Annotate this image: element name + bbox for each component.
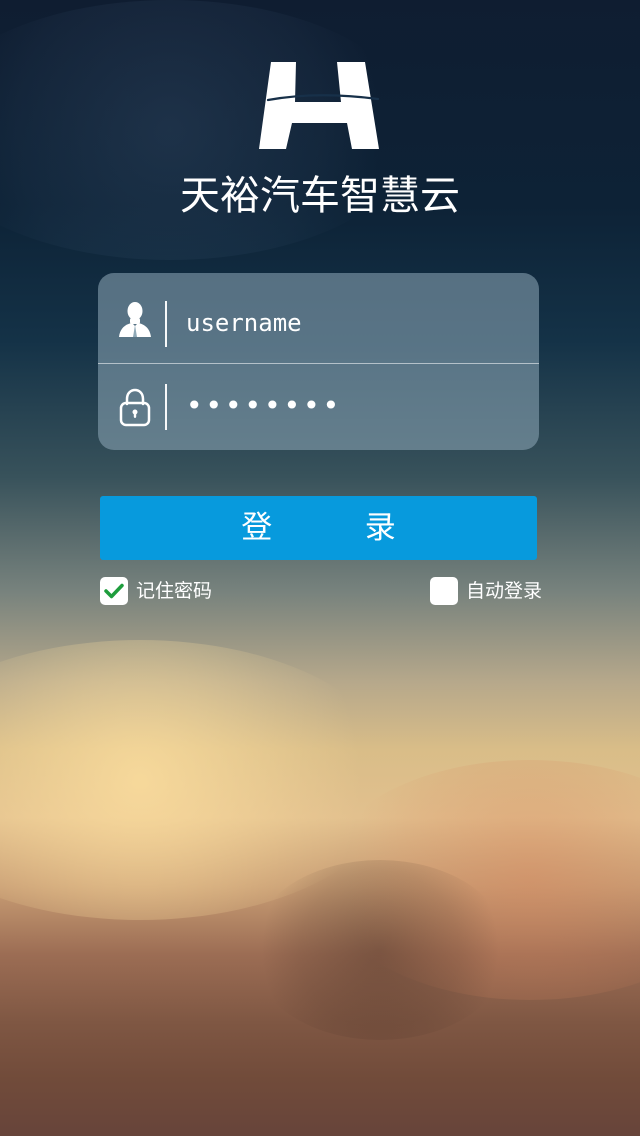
username-separator <box>165 301 167 347</box>
username-field[interactable] <box>186 303 506 343</box>
auto-login-checkbox[interactable] <box>430 577 458 605</box>
login-screen: 天裕汽车智慧云 登 录 <box>0 0 640 1136</box>
brand-logo-icon <box>259 62 380 149</box>
blurred-shadow <box>250 860 510 1040</box>
sunset-glow-right <box>320 760 640 1000</box>
lock-icon <box>119 388 151 427</box>
login-form-card <box>98 273 539 450</box>
auto-login-label: 自动登录 <box>466 580 543 602</box>
password-field[interactable] <box>186 386 506 426</box>
checkmark-icon <box>104 583 124 599</box>
app-title: 天裕汽车智慧云 <box>180 173 460 219</box>
remember-password-label: 记住密码 <box>136 580 213 602</box>
user-icon <box>119 302 151 337</box>
auto-login-option[interactable]: 自动登录 <box>430 577 542 605</box>
password-row <box>98 364 539 450</box>
remember-password-option[interactable]: 记住密码 <box>100 577 212 605</box>
remember-password-checkbox[interactable] <box>100 577 128 605</box>
password-separator <box>165 384 167 430</box>
username-row <box>98 273 539 361</box>
sunset-glow-left <box>0 640 400 920</box>
login-button[interactable]: 登 录 <box>100 496 537 560</box>
